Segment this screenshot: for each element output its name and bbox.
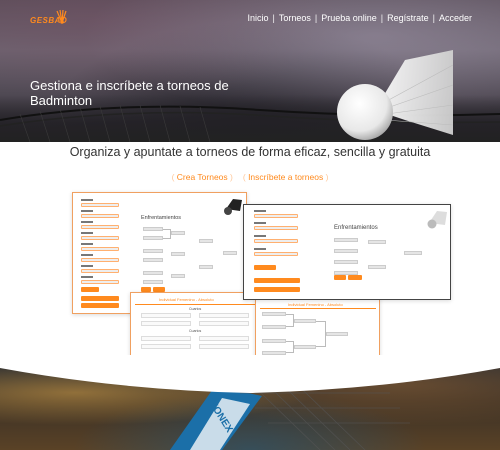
section-tagline: Organiza y apuntate a torneos de forma e…: [69, 145, 431, 159]
nav-torneos[interactable]: Torneos: [279, 13, 311, 23]
nav-separator: |: [314, 13, 318, 23]
nav-acceder[interactable]: Acceder: [439, 13, 472, 23]
hero-banner: GESBAD Inicio | Torneos | Prueba online …: [0, 0, 500, 142]
shuttlecock-icon: [337, 50, 454, 140]
feature-tabs: Crea Torneos Inscríbete a torneos: [0, 172, 500, 182]
screenshot-card-4: Individual Femenino - Absoluto: [255, 298, 380, 358]
main-nav: Inicio | Torneos | Prueba online | Regís…: [247, 13, 472, 23]
shuttlecock-logo-icon: [56, 9, 67, 24]
section-wave: [0, 355, 500, 393]
nav-separator: |: [272, 13, 275, 23]
card1-title: Enfrentamientos: [141, 215, 182, 221]
screenshot-card-2: Enfrentamientos: [243, 204, 451, 300]
tab-crea-torneos[interactable]: Crea Torneos: [172, 172, 233, 182]
card2-title: Enfrentamientos: [334, 225, 378, 231]
nav-separator: |: [432, 13, 435, 23]
nav-registrate[interactable]: Regístrate: [387, 13, 429, 23]
card4-title: Individual Femenino - Absoluto: [288, 302, 343, 307]
card2-shuttle-icon: [427, 211, 447, 229]
hero-title: Gestiona e inscríbete a torneos de Badmi…: [30, 78, 229, 108]
card3-subtitle: Cuartos: [189, 329, 202, 333]
page: GESBAD Inicio | Torneos | Prueba online …: [0, 0, 500, 450]
nav-inicio[interactable]: Inicio: [247, 13, 268, 23]
nav-prueba-online[interactable]: Prueba online: [321, 13, 377, 23]
card3-title: Individual Femenino - Absoluto: [159, 297, 214, 302]
logo[interactable]: GESBAD: [30, 8, 70, 30]
screenshot-card-3: Individual Femenino - Absoluto Cuartos C…: [130, 292, 258, 358]
nav-separator: |: [380, 13, 384, 23]
tab-inscribete[interactable]: Inscríbete a torneos: [243, 172, 329, 182]
card3-subtitle: Cuartos: [189, 307, 202, 311]
card1-shuttle-icon: [224, 199, 242, 215]
